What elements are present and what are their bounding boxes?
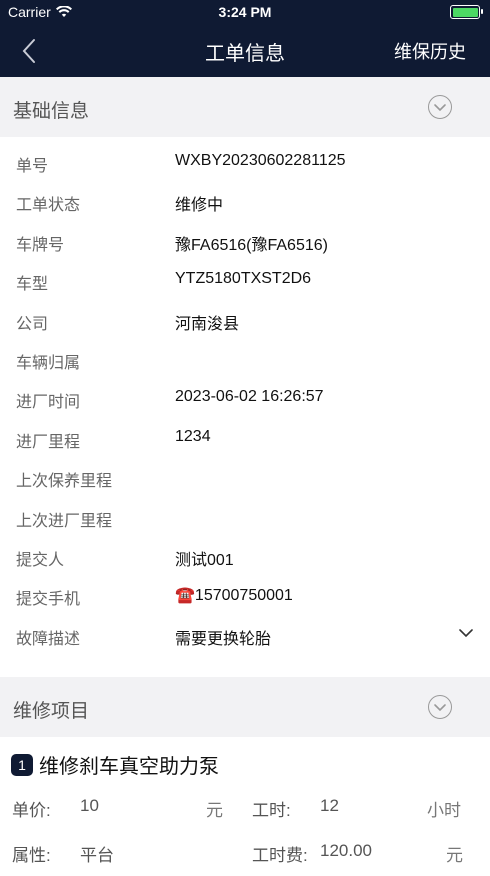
repair-items-section-header[interactable]: 维修项目 xyxy=(0,677,490,737)
info-row-vehicle-owner: 车辆归属 xyxy=(0,339,490,378)
app-header: Carrier 3:24 PM 工单信息 维保历史 xyxy=(0,0,490,77)
row-value: 豫FA6516(豫FA6516) xyxy=(175,237,328,254)
labor-fee-label: 工时费: xyxy=(252,846,308,865)
info-row-entry-mileage: 进厂里程 1234 xyxy=(0,418,490,457)
info-row-fault-description[interactable]: 故障描述 需要更换轮胎 xyxy=(0,615,490,654)
row-label: 车辆归属 xyxy=(16,355,81,372)
info-row-last-entry-mileage: 上次进厂里程 xyxy=(0,497,490,536)
info-row-company: 公司 河南浚县 xyxy=(0,300,490,339)
row-value: 测试001 xyxy=(175,552,234,569)
collapse-toggle-icon[interactable] xyxy=(428,695,452,719)
row-label: 车牌号 xyxy=(16,237,65,254)
unit-price-label: 单价: xyxy=(12,801,51,820)
item-index-badge: 1 xyxy=(11,753,33,776)
row-label: 单号 xyxy=(16,158,49,175)
row-label: 提交人 xyxy=(16,552,65,569)
row-label: 上次保养里程 xyxy=(16,473,113,490)
section-title: 维修项目 xyxy=(13,701,90,722)
unit-price-value: 10 xyxy=(80,796,99,815)
attribute-label: 属性: xyxy=(12,846,51,865)
info-row-model: 车型 YTZ5180TXST2D6 xyxy=(0,260,490,299)
status-time: 3:24 PM xyxy=(218,4,272,20)
basic-info-section-header[interactable]: 基础信息 xyxy=(0,77,490,137)
battery-level xyxy=(452,7,478,17)
section-title: 基础信息 xyxy=(13,101,90,122)
info-row-order-number: 单号 WXBY20230602281125 xyxy=(0,142,490,181)
phone-link[interactable]: ☎️15700750001 xyxy=(175,585,293,605)
maintenance-history-button[interactable]: 维保历史 xyxy=(394,38,466,64)
row-label: 上次进厂里程 xyxy=(16,513,113,530)
unit-price-unit: 元 xyxy=(206,801,223,820)
row-value: YTZ5180TXST2D6 xyxy=(175,270,312,287)
info-row-status: 工单状态 维修中 xyxy=(0,181,490,220)
hours-unit: 小时 xyxy=(427,801,461,820)
info-row-plate: 车牌号 豫FA6516(豫FA6516) xyxy=(0,221,490,260)
hours-value: 12 xyxy=(320,796,339,815)
info-row-last-maintenance-mileage: 上次保养里程 xyxy=(0,457,490,496)
row-label: 提交手机 xyxy=(16,591,81,608)
attribute-value: 平台 xyxy=(80,846,114,865)
row-label: 公司 xyxy=(16,316,49,333)
collapse-toggle-icon[interactable] xyxy=(428,95,452,119)
info-row-submitter: 提交人 测试001 xyxy=(0,536,490,575)
row-label: 工单状态 xyxy=(16,197,81,214)
battery-icon xyxy=(450,5,483,19)
chevron-down-icon[interactable] xyxy=(458,627,474,639)
row-label: 进厂里程 xyxy=(16,434,81,451)
row-value: 需要更换轮胎 xyxy=(175,631,272,648)
labor-fee-unit: 元 xyxy=(446,846,463,865)
row-label: 故障描述 xyxy=(16,631,81,648)
repair-item-name: 维修刹车真空助力泵 xyxy=(39,756,219,778)
status-bar: Carrier 3:24 PM xyxy=(0,0,490,24)
row-value: 1234 xyxy=(175,428,211,445)
info-row-submitter-phone[interactable]: 提交手机 ☎️15700750001 xyxy=(0,575,490,614)
labor-fee-value: 120.00 xyxy=(320,841,372,860)
repair-item-title: 1 维修刹车真空助力泵 xyxy=(11,750,219,779)
row-value: 2023-06-02 16:26:57 xyxy=(175,388,324,405)
row-value: WXBY20230602281125 xyxy=(175,152,346,169)
info-row-entry-time: 进厂时间 2023-06-02 16:26:57 xyxy=(0,378,490,417)
row-value: 维修中 xyxy=(175,197,224,214)
row-label: 车型 xyxy=(16,276,49,293)
hours-label: 工时: xyxy=(252,801,291,820)
row-value: 河南浚县 xyxy=(175,316,240,333)
row-label: 进厂时间 xyxy=(16,394,81,411)
